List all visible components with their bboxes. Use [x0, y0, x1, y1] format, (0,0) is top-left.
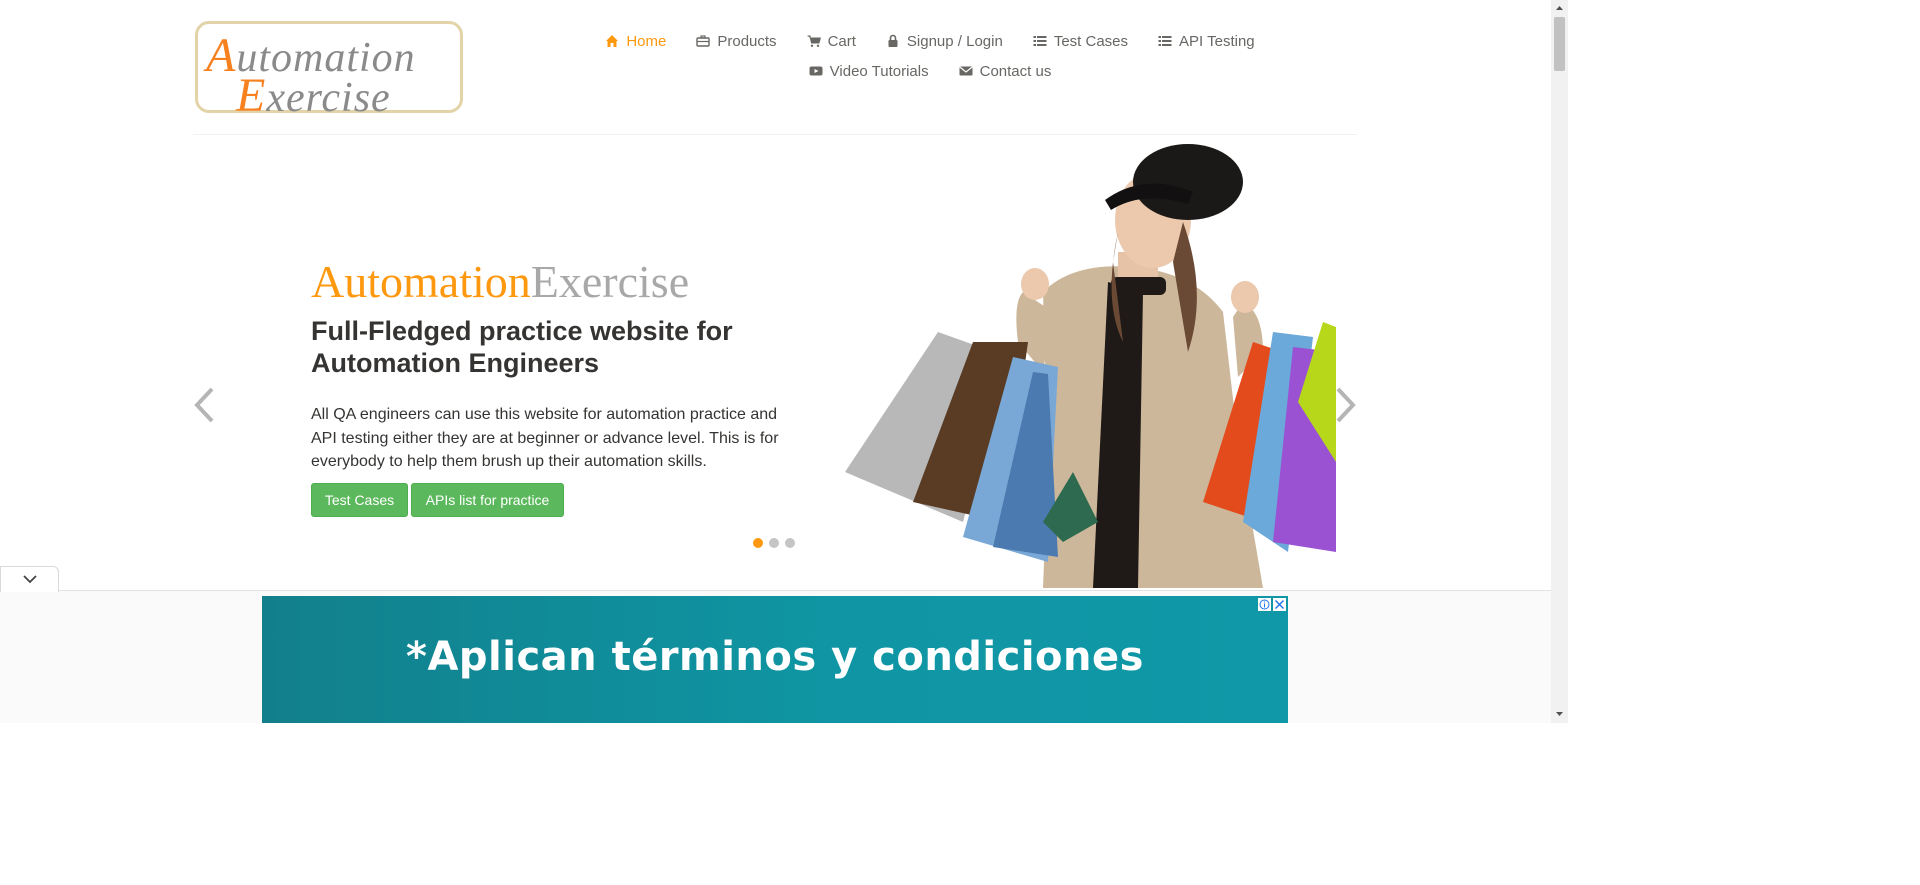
hero-description: All QA engineers can use this website fo… — [311, 406, 779, 470]
scrollbar-thumb[interactable] — [1554, 17, 1565, 71]
main-nav: Home Products Cart Signup / Login Test C… — [560, 26, 1300, 86]
nav-video-tutorials-label: Video Tutorials — [829, 62, 929, 80]
hero-headline: Full-Fledged practice website for Automa… — [311, 316, 733, 378]
lock-icon — [888, 34, 898, 47]
carousel-dot-2[interactable] — [769, 538, 779, 548]
youtube-play-icon — [809, 66, 823, 76]
nav-cart-label: Cart — [827, 32, 856, 50]
briefcase-icon — [696, 35, 711, 47]
nav-api-testing[interactable]: API Testing — [1158, 33, 1255, 50]
header-divider — [193, 134, 1357, 135]
list-icon — [1033, 36, 1047, 46]
nav-contact-us-label: Contact us — [979, 62, 1052, 80]
ad-banner-text: *Aplican términos y condiciones — [406, 634, 1144, 680]
nav-test-cases[interactable]: Test Cases — [1033, 33, 1128, 50]
hero-carousel: AutomationExercise Full-Fledged practice… — [193, 140, 1357, 588]
test-cases-button[interactable]: Test Cases — [311, 483, 408, 517]
carousel-dot-1[interactable] — [753, 538, 763, 548]
carousel-dot-3[interactable] — [785, 538, 795, 548]
nav-api-testing-label: API Testing — [1179, 32, 1255, 50]
nav-signup-login-label: Signup / Login — [906, 32, 1003, 50]
envelope-icon — [959, 66, 973, 76]
hero-brand: AutomationExercise — [311, 256, 690, 307]
list-icon — [1158, 36, 1172, 46]
close-icon[interactable] — [1272, 597, 1287, 612]
page-scrollbar[interactable] — [1551, 0, 1568, 723]
hero-shopping-girl-image — [845, 144, 1336, 588]
nav-cart[interactable]: Cart — [807, 33, 856, 50]
nav-home[interactable]: Home — [605, 33, 666, 50]
ad-banner[interactable]: *Aplican términos y condiciones — [262, 596, 1288, 723]
nav-test-cases-label: Test Cases — [1053, 32, 1129, 50]
carousel-prev-arrow-icon[interactable] — [193, 385, 215, 425]
site-logo[interactable]: Automation Exercise — [195, 21, 463, 122]
nav-video-tutorials[interactable]: Video Tutorials — [809, 63, 929, 80]
chevron-down-icon — [22, 575, 37, 584]
logo-line-2: Exercise — [236, 69, 391, 122]
nav-products-label: Products — [717, 32, 777, 50]
site-header: Automation Exercise Home Products Cart S… — [0, 0, 1551, 136]
home-icon — [606, 35, 619, 47]
apis-list-button[interactable]: APIs list for practice — [411, 483, 564, 517]
nav-products[interactable]: Products — [696, 32, 777, 50]
nav-contact-us[interactable]: Contact us — [959, 62, 1052, 80]
carousel-next-arrow-icon[interactable] — [1335, 385, 1357, 425]
nav-signup-login[interactable]: Signup / Login — [886, 33, 1003, 50]
info-icon[interactable] — [1257, 597, 1272, 612]
nav-home-label: Home — [626, 32, 667, 50]
cart-icon — [807, 35, 821, 47]
carousel-indicators — [753, 538, 795, 548]
scroll-down-arrow-icon[interactable] — [1555, 709, 1564, 718]
scroll-up-arrow-icon[interactable] — [1555, 4, 1564, 13]
ad-collapse-toggle[interactable] — [0, 566, 59, 592]
